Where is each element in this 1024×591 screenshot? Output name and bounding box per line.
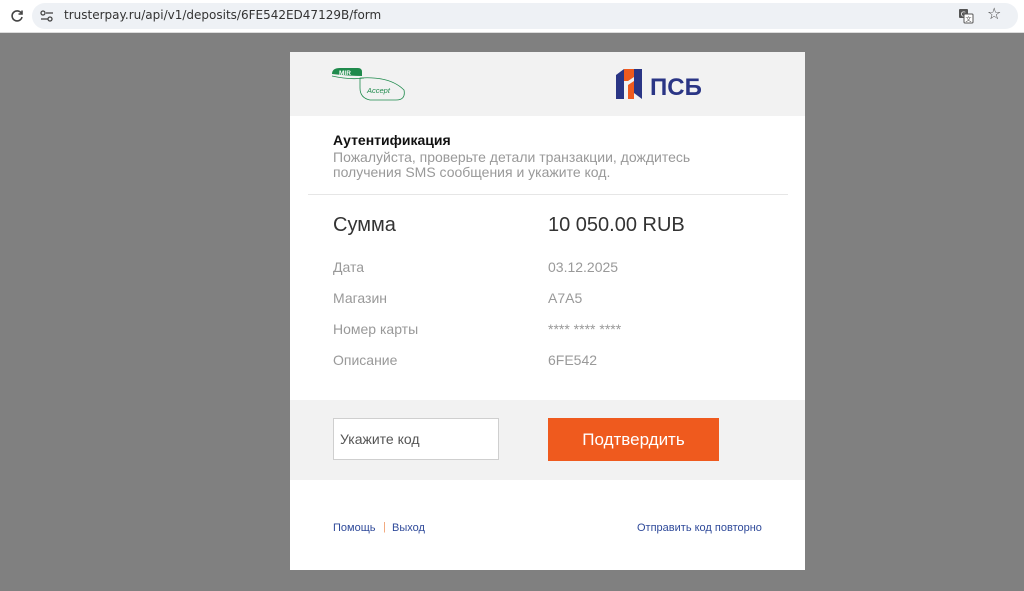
date-value: 03.12.2025 <box>548 259 619 275</box>
confirm-button[interactable]: Подтвердить <box>548 418 719 461</box>
resend-code-link[interactable]: Отправить код повторно <box>637 522 762 534</box>
svg-text:MIR: MIR <box>339 70 351 77</box>
site-settings-icon[interactable] <box>39 8 55 24</box>
mir-accept-logo: MIR Accept <box>330 66 410 102</box>
divider <box>308 194 788 195</box>
code-entry-band: Подтвердить <box>290 400 805 480</box>
shop-label: Магазин <box>333 290 388 306</box>
help-link[interactable]: Помощь <box>333 522 376 534</box>
reload-icon[interactable] <box>9 8 25 24</box>
description-value: 6FE542 <box>548 352 598 368</box>
auth-description: Пожалуйста, проверьте детали транзакции,… <box>333 149 691 180</box>
translate-icon[interactable]: G 文 <box>958 8 974 24</box>
psb-bank-logo: ПСБ <box>614 67 718 101</box>
sum-value: 10 050.00 RUB <box>548 214 685 236</box>
psb-logo-text: ПСБ <box>650 74 702 101</box>
card-number-value: **** **** **** <box>548 321 622 337</box>
browser-toolbar: trusterpay.ru/api/v1/deposits/6FE542ED47… <box>0 0 1024 33</box>
auth-title: Аутентификация <box>333 132 451 148</box>
svg-text:Accept: Accept <box>366 86 391 95</box>
card-number-label: Номер карты <box>333 321 419 337</box>
shop-value: A7A5 <box>548 290 583 306</box>
exit-link[interactable]: Выход <box>392 522 425 534</box>
svg-text:文: 文 <box>965 16 971 24</box>
bookmark-star-icon[interactable]: ☆ <box>987 6 1001 24</box>
sms-code-input[interactable] <box>333 418 499 460</box>
footer-separator: | <box>383 521 386 533</box>
card-header: MIR Accept ПСБ <box>290 52 805 116</box>
sum-label: Сумма <box>333 214 396 236</box>
address-bar[interactable]: trusterpay.ru/api/v1/deposits/6FE542ED47… <box>32 3 1018 29</box>
description-label: Описание <box>333 352 398 368</box>
date-label: Дата <box>333 259 365 275</box>
payment-auth-card: MIR Accept ПСБ Аутентификация Пожалуйста… <box>290 52 805 570</box>
url-text[interactable]: trusterpay.ru/api/v1/deposits/6FE542ED47… <box>64 8 381 22</box>
